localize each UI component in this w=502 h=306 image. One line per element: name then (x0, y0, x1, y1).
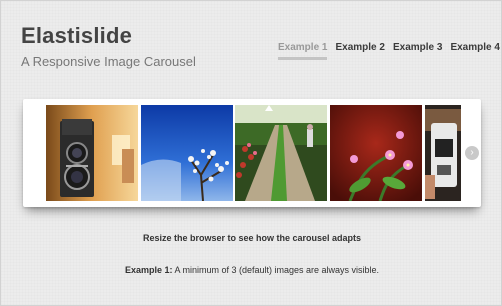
carousel-item-camera[interactable] (46, 105, 138, 201)
nav-example-1[interactable]: Example 1 (278, 42, 328, 60)
example-description: Example 1: A minimum of 3 (default) imag… (1, 265, 502, 275)
page-subtitle: A Responsive Image Carousel (21, 54, 196, 69)
chevron-right-icon: › (470, 147, 474, 158)
flowering-tree-sky-image (141, 105, 233, 201)
vintage-camera-image (46, 105, 138, 201)
carousel-item-partial[interactable] (425, 105, 461, 201)
nav-example-2[interactable]: Example 2 (335, 42, 384, 60)
partial-camera-image (425, 105, 461, 201)
garden-path-image (235, 105, 327, 201)
nav-example-3[interactable]: Example 3 (393, 42, 442, 60)
example-label: Example 1: (124, 265, 173, 275)
example-nav: Example 1 Example 2 Example 3 Example 4 (278, 42, 502, 60)
carousel-item-tree[interactable] (141, 105, 233, 201)
nav-example-4[interactable]: Example 4 (450, 42, 499, 60)
example-text: A minimum of 3 (default) images are alwa… (172, 265, 380, 275)
carousel-item-flowers[interactable] (330, 105, 422, 201)
carousel-item-path[interactable] (235, 105, 327, 201)
pink-flowers-image (330, 105, 422, 201)
page-title: Elastislide (21, 23, 133, 48)
carousel-next-button[interactable]: › (465, 146, 479, 160)
carousel-wrapper: › (23, 99, 481, 213)
image-carousel (23, 99, 481, 207)
carousel-caption: Resize the browser to see how the carous… (142, 233, 362, 243)
